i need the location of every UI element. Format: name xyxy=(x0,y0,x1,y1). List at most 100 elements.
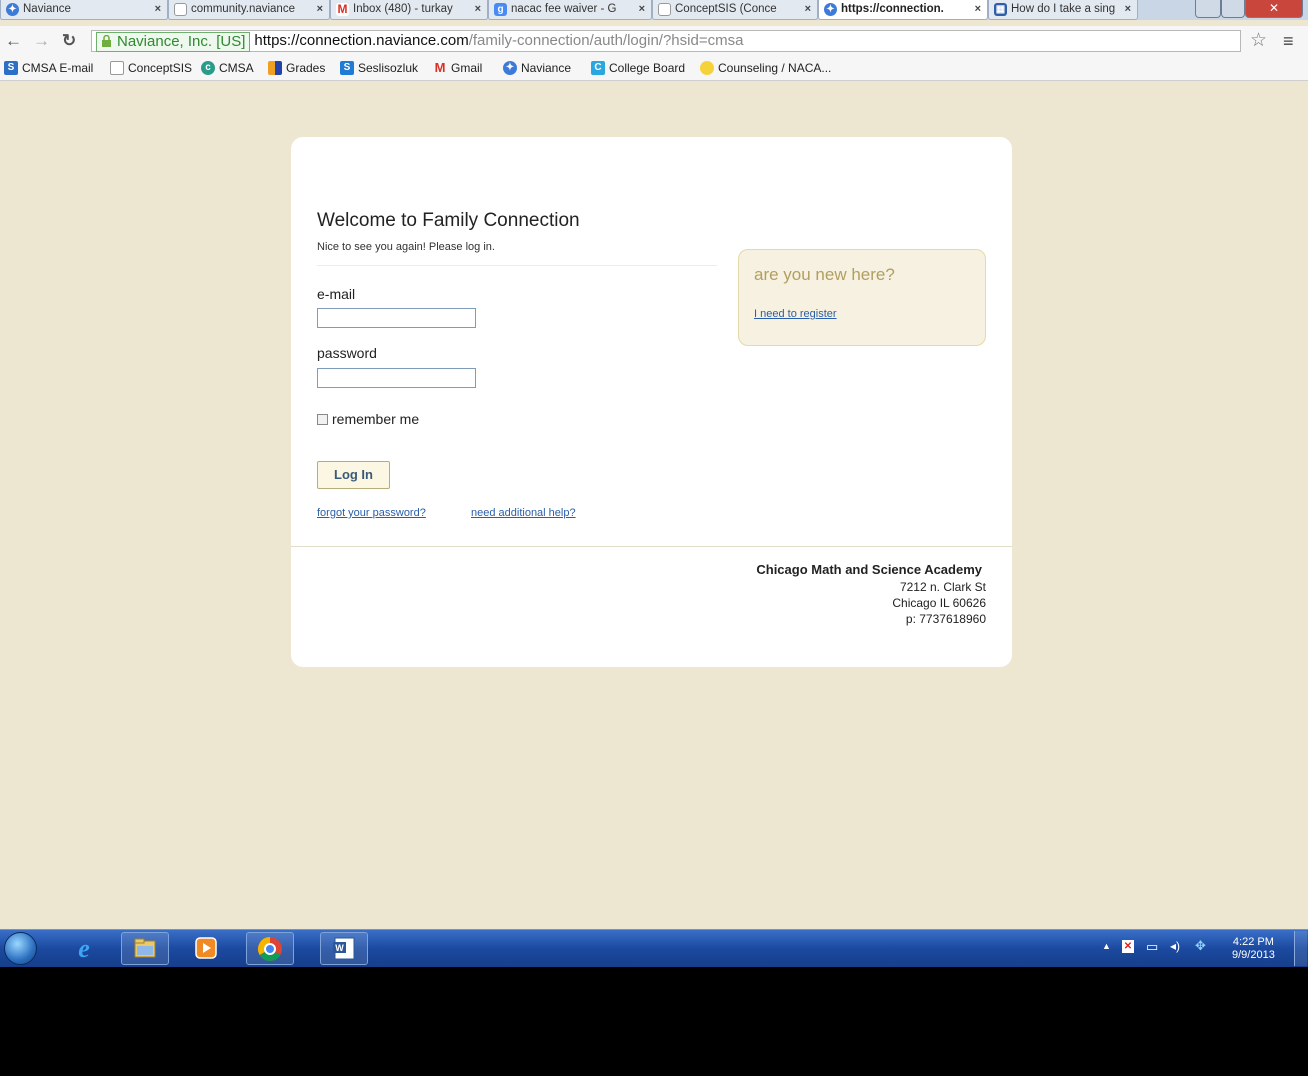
tab-title: Inbox (480) - turkay xyxy=(353,3,453,15)
ie-icon[interactable]: e xyxy=(60,932,108,965)
tab-title: ConceptSIS (Conce xyxy=(675,3,777,15)
close-window-button[interactable]: ✕ xyxy=(1245,0,1303,18)
gmail-icon: M xyxy=(434,60,446,75)
show-hidden-icons-icon[interactable]: ▲ xyxy=(1102,941,1111,951)
close-icon[interactable]: × xyxy=(805,0,811,18)
forward-arrow-icon[interactable]: → xyxy=(33,30,50,52)
tab-title: community.naviance xyxy=(191,3,295,15)
reload-icon[interactable]: ↻ xyxy=(62,30,76,52)
forgot-password-link[interactable]: forgot your password? xyxy=(317,507,426,519)
ev-label: Naviance, Inc. [US] xyxy=(117,33,246,50)
new-user-panel: are you new here? I need to register xyxy=(738,249,986,346)
bookmark-naviance[interactable]: ✦ Naviance xyxy=(503,60,571,76)
collegeboard-icon: C xyxy=(591,61,605,75)
word-icon[interactable]: W xyxy=(320,932,368,965)
login-card: Welcome to Family Connection Nice to see… xyxy=(291,137,1012,667)
tab-naviance[interactable]: ✦ Naviance × xyxy=(0,0,168,20)
bookmark-gmail[interactable]: M Gmail xyxy=(433,60,483,76)
ev-certificate-badge[interactable]: Naviance, Inc. [US] xyxy=(96,32,251,52)
page-icon xyxy=(174,3,187,16)
tab-strip: ✦ Naviance × community.naviance × M Inbo… xyxy=(0,0,1308,20)
maximize-button[interactable] xyxy=(1221,0,1245,18)
close-icon[interactable]: × xyxy=(975,0,981,18)
cmsa-icon: c xyxy=(201,61,215,75)
dropbox-icon[interactable]: ✥ xyxy=(1195,938,1206,954)
close-icon[interactable]: × xyxy=(155,0,161,18)
media-player-icon[interactable] xyxy=(182,932,230,965)
chrome-menu-icon[interactable]: ≡ xyxy=(1283,31,1294,51)
password-field[interactable] xyxy=(317,368,476,388)
additional-help-link[interactable]: need additional help? xyxy=(471,507,576,519)
bookmarks-bar: S CMSA E-mail ConceptSIS c CMSA Grades S… xyxy=(0,56,1308,81)
bookmark-label: Grades xyxy=(286,61,326,75)
bookmark-star-icon[interactable]: ☆ xyxy=(1250,31,1267,51)
window-controls: ✕ xyxy=(1195,0,1305,20)
explorer-icon[interactable] xyxy=(121,932,169,965)
tab-how-do-i[interactable]: ▦ How do I take a sing × xyxy=(988,0,1138,20)
clock-time: 4:22 PM xyxy=(1232,936,1274,948)
close-icon[interactable]: × xyxy=(475,0,481,18)
url-host: https://connection.naviance.com xyxy=(254,32,469,49)
naviance-icon: ✦ xyxy=(503,61,517,75)
start-orb-icon[interactable] xyxy=(4,932,37,965)
browser-window: ✦ Naviance × community.naviance × M Inbo… xyxy=(0,0,1308,967)
action-center-flag-icon[interactable]: ✕ xyxy=(1122,940,1134,953)
school-street: 7212 n. Clark St xyxy=(899,580,986,594)
bookmark-label: Gmail xyxy=(451,61,483,75)
tab-inbox[interactable]: M Inbox (480) - turkay × xyxy=(330,0,488,20)
address-bar[interactable]: Naviance, Inc. [US] https://connection.n… xyxy=(91,30,1241,52)
remember-me-checkbox[interactable] xyxy=(317,414,328,425)
bookmark-label: Seslisozluk xyxy=(358,61,419,75)
bookmark-cmsa[interactable]: c CMSA xyxy=(201,60,254,76)
gmail-icon: M xyxy=(336,2,349,16)
password-label: password xyxy=(317,345,377,361)
tab-title: nacac fee waiver - G xyxy=(511,3,617,15)
taskbar-clock[interactable]: 4:22 PM 9/9/2013 xyxy=(1232,936,1275,962)
minimize-button[interactable] xyxy=(1195,0,1221,18)
lock-icon xyxy=(102,35,111,47)
show-desktop-button[interactable] xyxy=(1294,931,1307,966)
naviance-icon: ✦ xyxy=(6,3,19,16)
school-name: Chicago Math and Science Academy xyxy=(756,562,982,577)
login-button[interactable]: Log In xyxy=(317,461,390,489)
network-icon[interactable]: ▭ xyxy=(1146,939,1158,955)
tab-connection-active[interactable]: ✦ https://connection. × xyxy=(818,0,988,20)
close-icon[interactable]: × xyxy=(317,0,323,18)
register-link[interactable]: I need to register xyxy=(754,308,837,320)
mail-icon: S xyxy=(4,61,18,75)
page-title: Welcome to Family Connection xyxy=(317,210,580,231)
bookmark-label: CMSA E-mail xyxy=(22,61,94,75)
close-icon[interactable]: × xyxy=(639,0,645,18)
google-icon: g xyxy=(494,3,507,16)
close-icon[interactable]: × xyxy=(1125,0,1131,18)
bookmark-label: Counseling / NACA... xyxy=(718,61,832,75)
bookmark-label: Naviance xyxy=(521,61,572,75)
page-subtitle: Nice to see you again! Please log in. xyxy=(317,241,495,253)
grades-icon xyxy=(268,61,282,75)
page-icon xyxy=(110,61,124,75)
volume-icon[interactable]: ◂) xyxy=(1170,939,1180,953)
tab-title: How do I take a sing xyxy=(1011,3,1116,15)
svg-text:e: e xyxy=(78,934,90,963)
page-icon xyxy=(658,3,671,16)
windows-taskbar: e W ▲ ✕ ▭ ◂) ✥ 4:22 PM 9/9/2013 xyxy=(0,929,1308,967)
remember-me-row: remember me xyxy=(317,411,419,427)
bookmark-seslisozluk[interactable]: S Seslisozluk xyxy=(340,60,418,76)
bookmark-label: College Board xyxy=(609,61,686,75)
school-city: Chicago IL 60626 xyxy=(892,596,986,610)
bookmark-counseling-folder[interactable]: Counseling / NACA... xyxy=(700,60,831,76)
tab-community[interactable]: community.naviance × xyxy=(168,0,330,20)
folder-icon xyxy=(700,61,714,75)
tab-nacac[interactable]: g nacac fee waiver - G × xyxy=(488,0,652,20)
bookmark-college-board[interactable]: C College Board xyxy=(591,60,685,76)
bookmark-label: ConceptSIS xyxy=(128,61,193,75)
tab-conceptsis[interactable]: ConceptSIS (Conce × xyxy=(652,0,818,20)
bookmark-conceptsis[interactable]: ConceptSIS xyxy=(110,60,192,76)
bookmark-grades[interactable]: Grades xyxy=(268,60,325,76)
page-viewport: Welcome to Family Connection Nice to see… xyxy=(6,81,1308,929)
footer-divider xyxy=(291,546,1012,547)
bookmark-cmsa-email[interactable]: S CMSA E-mail xyxy=(4,60,93,76)
back-arrow-icon[interactable]: ← xyxy=(5,30,22,52)
chrome-icon[interactable] xyxy=(246,932,294,965)
email-field[interactable] xyxy=(317,308,476,328)
